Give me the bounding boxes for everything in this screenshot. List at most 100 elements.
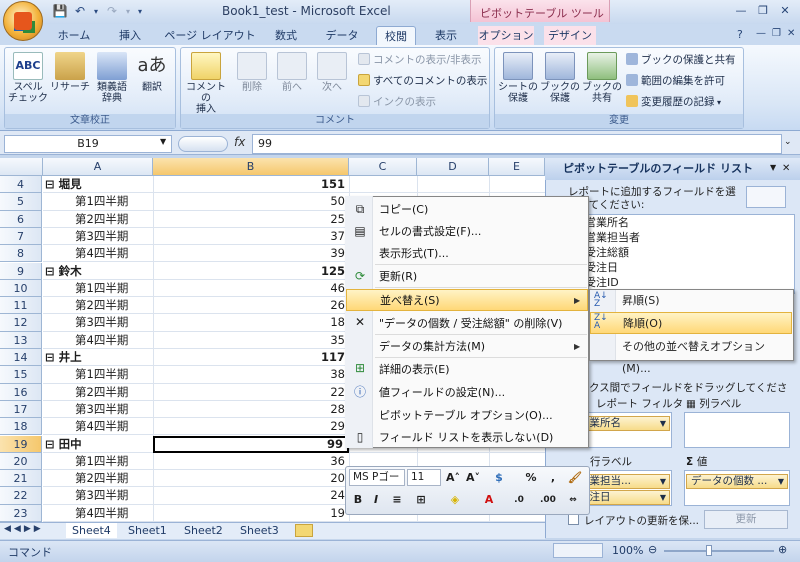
sheet-tab-sheet1[interactable]: Sheet1	[122, 523, 173, 538]
row-header[interactable]: 14	[0, 349, 42, 367]
column-header-b[interactable]: B	[153, 158, 349, 176]
office-button[interactable]	[3, 1, 43, 41]
row-label-cell[interactable]: 第3四半期	[43, 228, 128, 245]
minimize-button[interactable]: —	[732, 3, 750, 19]
row-label-cell[interactable]: 第2四半期	[43, 384, 128, 401]
tab-page-layout[interactable]: ページ レイアウト	[162, 26, 258, 45]
defer-update-checkbox[interactable]	[568, 514, 579, 525]
summarize-by-item[interactable]: データの集計方法(M)	[346, 336, 588, 358]
row-header[interactable]: 4	[0, 176, 42, 194]
sheet-tab-sheet4[interactable]: Sheet4	[66, 523, 117, 538]
protect-and-share-button[interactable]: ブックの保護と共有	[626, 51, 736, 69]
column-header-c[interactable]: C	[349, 158, 417, 176]
currency-format-icon[interactable]: $	[492, 470, 506, 486]
sort-descending-item[interactable]: 降順(O)	[590, 312, 792, 334]
row-label-cell[interactable]: 第4四半期	[43, 332, 128, 349]
tab-insert[interactable]: 挿入	[110, 26, 150, 45]
hide-field-list-item[interactable]: フィールド リストを表示しない(D)	[346, 427, 588, 449]
column-header-a[interactable]: A	[43, 158, 153, 176]
value-cell[interactable]: 37	[153, 228, 349, 245]
row-label-cell[interactable]: 第2四半期	[43, 211, 128, 228]
delete-comment-button[interactable]: 削除	[232, 52, 272, 93]
borders-icon[interactable]: ⊞	[414, 492, 428, 508]
row-header[interactable]: 6	[0, 210, 42, 228]
font-name-box[interactable]: MS Pゴー	[349, 469, 405, 486]
row-label-cell[interactable]: 第1四半期	[43, 366, 128, 383]
row-label-cell[interactable]: 第1四半期	[43, 453, 128, 470]
value-cell[interactable]: 117	[153, 349, 349, 366]
redo-icon[interactable]: ↷	[104, 4, 120, 19]
allow-edit-ranges-button[interactable]: 範囲の編集を許可	[626, 72, 725, 90]
track-changes-button[interactable]: 変更履歴の記録 ▾	[626, 93, 721, 111]
value-cell[interactable]: 151	[153, 176, 349, 193]
number-format-item[interactable]: 表示形式(T)...	[346, 243, 588, 265]
value-cell[interactable]: 29	[153, 418, 349, 435]
value-cell[interactable]: 19	[153, 505, 349, 522]
row-header[interactable]: 8	[0, 245, 42, 263]
font-color-icon[interactable]: A	[482, 492, 496, 508]
thesaurus-button[interactable]: 類義語 辞典	[92, 52, 132, 104]
shrink-font-icon[interactable]: A˅	[466, 470, 480, 486]
value-cell[interactable]: 22	[153, 384, 349, 401]
zoom-level[interactable]: 100%	[612, 544, 643, 557]
zoom-out-icon[interactable]: ⊖	[648, 543, 657, 556]
tab-view[interactable]: 表示	[424, 26, 468, 45]
restore-button[interactable]: ❐	[754, 3, 772, 19]
value-cell[interactable]: 20	[153, 470, 349, 487]
row-label-cell[interactable]: 第3四半期	[43, 487, 128, 504]
value-cell[interactable]: 36	[153, 453, 349, 470]
sheet-tab-sheet2[interactable]: Sheet2	[178, 523, 229, 538]
workbook-restore-icon[interactable]: ❐	[772, 28, 781, 39]
protect-workbook-button[interactable]: ブックの 保護	[540, 52, 580, 104]
format-painter-icon[interactable]: 🖌	[568, 470, 582, 486]
tab-data[interactable]: データ	[318, 26, 366, 45]
share-workbook-button[interactable]: ブックの 共有	[582, 52, 622, 104]
active-cell[interactable]: 99	[153, 435, 349, 453]
value-field-settings-item[interactable]: 値フィールドの設定(N)...	[346, 382, 588, 404]
next-comment-button[interactable]: 次へ	[312, 52, 352, 93]
row-header[interactable]: 13	[0, 331, 42, 349]
field-item[interactable]: 営業担当者	[585, 230, 640, 245]
row-header[interactable]: 5	[0, 193, 42, 211]
remove-field-item[interactable]: "データの個数 / 受注総額" の削除(V)	[346, 313, 588, 335]
name-box[interactable]: B19	[4, 135, 172, 153]
value-cell[interactable]: 26	[153, 297, 349, 314]
row-header[interactable]: 12	[0, 314, 42, 332]
insert-function-icon[interactable]: fx	[234, 135, 248, 149]
show-hide-comment-button[interactable]: コメントの表示/非表示	[358, 51, 482, 69]
column-labels-area[interactable]	[684, 412, 790, 448]
comma-style-icon[interactable]: ,	[546, 470, 560, 486]
protect-sheet-button[interactable]: シートの 保護	[498, 52, 538, 104]
spell-check-button[interactable]: ABC スペル チェック	[8, 52, 48, 104]
customize-qat-icon[interactable]: ▾	[136, 4, 144, 19]
format-cells-item[interactable]: セルの書式設定(F)...	[346, 221, 588, 243]
refresh-item[interactable]: 更新(R)	[346, 266, 588, 288]
copy-item[interactable]: コピー(C)	[346, 199, 588, 221]
row-label-cell[interactable]: 第4四半期	[43, 245, 128, 262]
value-cell[interactable]: 38	[153, 366, 349, 383]
workbook-minimize-icon[interactable]: —	[756, 28, 766, 39]
name-box-dropdown-icon[interactable]: ▼	[160, 137, 166, 146]
row-label-cell[interactable]: ⊟ 鈴木	[43, 263, 82, 280]
undo-icon[interactable]: ↶	[72, 4, 88, 19]
field-item[interactable]: 営業所名	[585, 215, 640, 230]
pane-menu-icon[interactable]: ▼	[770, 163, 776, 172]
sheet-tab-sheet3[interactable]: Sheet3	[234, 523, 285, 538]
show-details-item[interactable]: 詳細の表示(E)	[346, 359, 588, 381]
value-cell[interactable]: 18	[153, 314, 349, 331]
row-label-cell[interactable]: 第4四半期	[43, 418, 128, 435]
sort-item[interactable]: 並べ替え(S)	[346, 289, 588, 311]
row-label-cell[interactable]: 第3四半期	[43, 314, 128, 331]
tab-design[interactable]: デザイン	[544, 26, 596, 45]
field-item[interactable]: 受注ID	[585, 275, 640, 290]
merge-icon[interactable]: ⇔	[566, 492, 580, 508]
row-header[interactable]: 11	[0, 297, 42, 315]
select-all-corner[interactable]	[0, 158, 43, 176]
formula-bar-splitter[interactable]	[178, 136, 228, 152]
row-header[interactable]: 7	[0, 227, 42, 246]
value-cell[interactable]: 125	[153, 263, 349, 280]
value-cell[interactable]: 24	[153, 487, 349, 504]
fill-color-icon[interactable]: ◈	[448, 492, 462, 508]
row-label-cell[interactable]: 第4四半期	[43, 505, 128, 522]
tab-formulas[interactable]: 数式	[266, 26, 306, 45]
